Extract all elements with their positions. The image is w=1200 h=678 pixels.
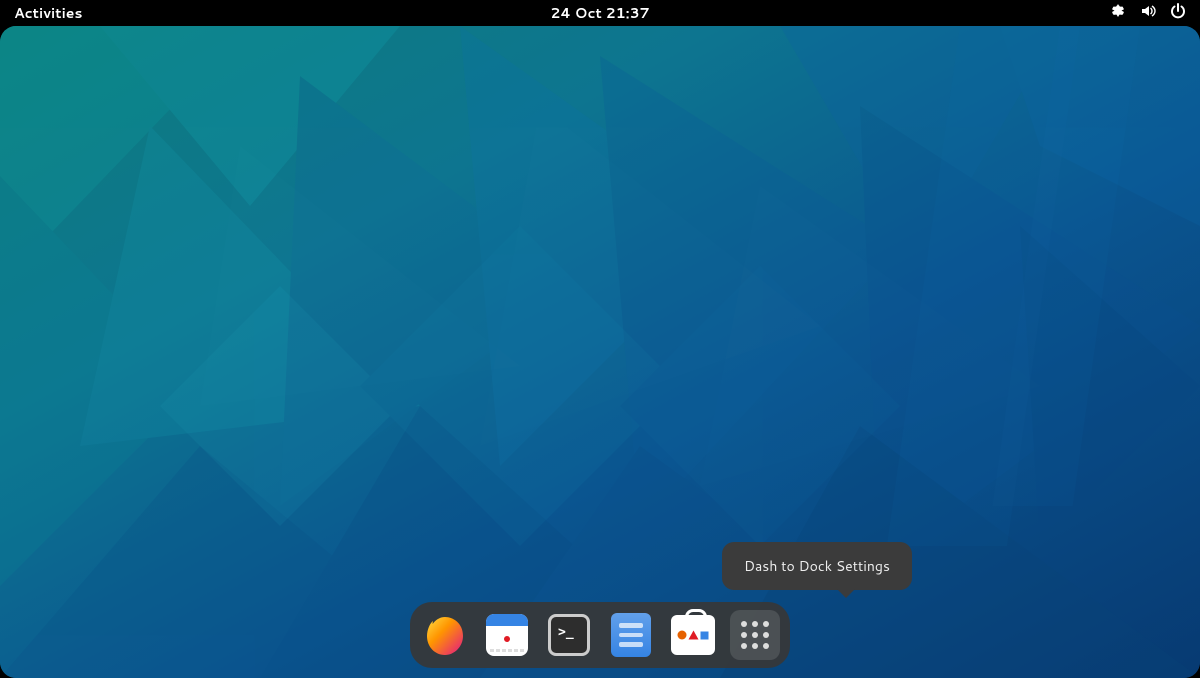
- dock-item-calendar[interactable]: [482, 610, 532, 660]
- terminal-icon: >_: [548, 614, 590, 656]
- tooltip-text: Dash to Dock Settings: [744, 556, 890, 576]
- activities-button[interactable]: Activities: [14, 3, 82, 23]
- dock-item-files[interactable]: [606, 610, 656, 660]
- system-tray[interactable]: [1110, 3, 1186, 24]
- dock-item-terminal[interactable]: >_: [544, 610, 594, 660]
- power-icon[interactable]: [1170, 3, 1186, 24]
- clock[interactable]: 24 Oct 21:37: [550, 3, 649, 23]
- dock-item-show-apps[interactable]: [730, 610, 780, 660]
- desktop: Dash to Dock Settings: [0, 26, 1200, 678]
- files-icon: [611, 613, 651, 657]
- volume-icon[interactable]: [1140, 3, 1156, 24]
- wallpaper: [0, 26, 1200, 678]
- apps-grid-icon: [741, 621, 769, 649]
- top-bar: Activities 24 Oct 21:37: [0, 0, 1200, 26]
- dock: >_: [410, 602, 790, 668]
- firefox-icon: [423, 613, 467, 657]
- tooltip: Dash to Dock Settings: [722, 542, 912, 590]
- software-icon: [671, 615, 715, 655]
- dock-item-firefox[interactable]: [420, 610, 470, 660]
- network-icon[interactable]: [1110, 3, 1126, 24]
- calendar-icon: [486, 614, 528, 656]
- dock-item-software[interactable]: [668, 610, 718, 660]
